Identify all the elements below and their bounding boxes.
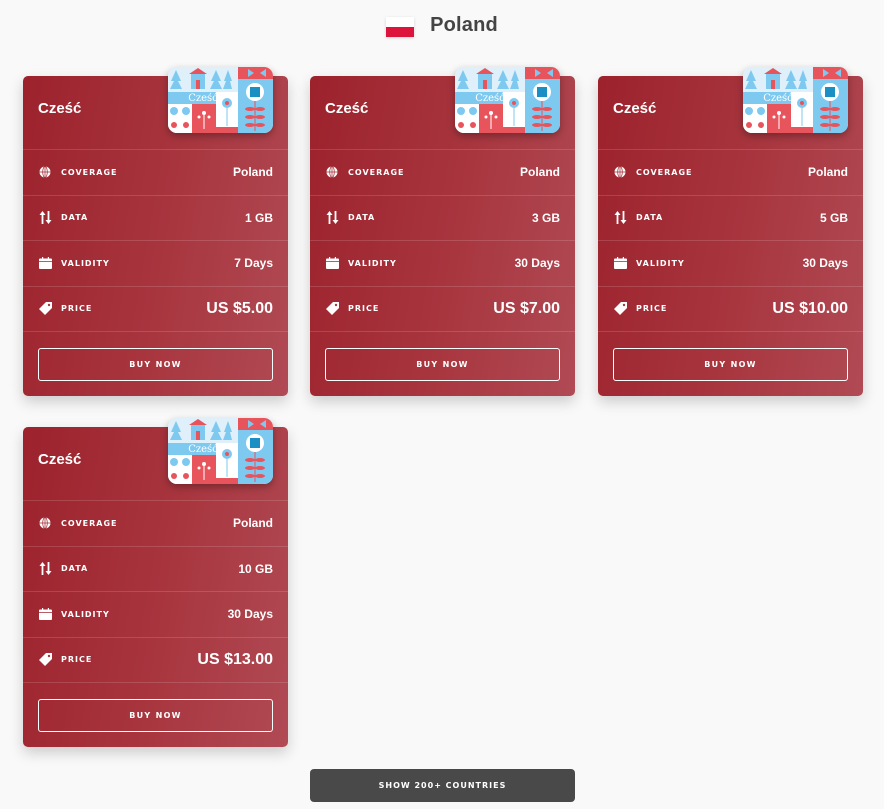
price-tag-icon xyxy=(325,302,339,316)
coverage-label: COVERAGE xyxy=(61,518,118,528)
svg-text:Cześć: Cześć xyxy=(188,93,218,104)
arrows-up-down-icon xyxy=(325,211,339,225)
price-value: US $7.00 xyxy=(493,299,560,317)
card-header: Cześć Cześć xyxy=(23,418,288,501)
data-row: DATA 10 GB xyxy=(23,547,288,592)
price-tag-icon xyxy=(38,302,52,316)
data-row: DATA 1 GB xyxy=(23,196,288,241)
price-label: PRICE xyxy=(61,655,93,665)
validity-row: VALIDITY 7 Days xyxy=(23,241,288,287)
country-title: Poland xyxy=(430,14,498,36)
globe-icon xyxy=(38,165,52,179)
coverage-row: COVERAGE Poland xyxy=(310,150,575,196)
calendar-icon xyxy=(613,256,627,270)
esim-card-image: Cześć xyxy=(455,67,560,133)
card-header: Cześć Cześć xyxy=(310,67,575,150)
buy-now-button[interactable]: BUY NOW xyxy=(613,348,848,381)
card-header: Cześć Cześć xyxy=(598,67,863,150)
svg-text:Cześć: Cześć xyxy=(188,444,218,455)
data-label: DATA xyxy=(636,213,664,223)
coverage-value: Poland xyxy=(519,165,560,180)
calendar-icon xyxy=(38,607,52,621)
price-tag-icon xyxy=(38,653,52,667)
validity-label: VALIDITY xyxy=(61,609,110,619)
data-label: DATA xyxy=(61,213,89,223)
price-row: PRICE US $5.00 xyxy=(23,287,288,332)
data-value: 1 GB xyxy=(244,210,273,225)
coverage-row: COVERAGE Poland xyxy=(23,150,288,196)
validity-row: VALIDITY 30 Days xyxy=(23,592,288,638)
arrows-up-down-icon xyxy=(38,211,52,225)
price-row: PRICE US $10.00 xyxy=(598,287,863,332)
validity-label: VALIDITY xyxy=(636,258,685,268)
esim-card-image: Cześć xyxy=(743,67,848,133)
calendar-icon xyxy=(325,256,339,270)
validity-value: 30 Days xyxy=(514,256,560,271)
data-row: DATA 3 GB xyxy=(310,196,575,241)
plan-card: Cześć Cześć xyxy=(23,418,288,747)
data-label: DATA xyxy=(348,213,376,223)
coverage-value: Poland xyxy=(232,516,273,531)
coverage-label: COVERAGE xyxy=(636,167,693,177)
price-tag-icon xyxy=(613,302,627,316)
validity-label: VALIDITY xyxy=(348,258,397,268)
price-value: US $5.00 xyxy=(206,299,273,317)
globe-icon xyxy=(38,516,52,530)
calendar-icon xyxy=(38,256,52,270)
data-value: 3 GB xyxy=(531,210,560,225)
price-label: PRICE xyxy=(61,304,93,314)
page-header: Poland xyxy=(0,14,884,37)
validity-value: 7 Days xyxy=(234,256,273,271)
arrows-up-down-icon xyxy=(38,562,52,576)
globe-icon xyxy=(325,165,339,179)
data-row: DATA 5 GB xyxy=(598,196,863,241)
esim-card-image: Cześć xyxy=(168,67,273,133)
plan-title: Cześć xyxy=(38,100,82,117)
plan-card: Cześć Cześć xyxy=(23,67,288,396)
price-label: PRICE xyxy=(348,304,380,314)
coverage-row: COVERAGE Poland xyxy=(23,501,288,547)
globe-icon xyxy=(613,165,627,179)
validity-row: VALIDITY 30 Days xyxy=(598,241,863,287)
data-value: 5 GB xyxy=(819,210,848,225)
price-label: PRICE xyxy=(636,304,668,314)
poland-flag-icon xyxy=(386,17,415,37)
validity-value: 30 Days xyxy=(227,607,273,622)
plan-title: Cześć xyxy=(38,451,82,468)
price-value: US $10.00 xyxy=(772,299,848,317)
price-row: PRICE US $7.00 xyxy=(310,287,575,332)
esim-card-image: Cześć xyxy=(168,418,273,484)
svg-text:Cześć: Cześć xyxy=(475,93,505,104)
plan-title: Cześć xyxy=(325,100,369,117)
validity-value: 30 Days xyxy=(802,256,848,271)
svg-text:Cześć: Cześć xyxy=(763,93,793,104)
plan-card: Cześć Cześć xyxy=(310,67,575,396)
coverage-label: COVERAGE xyxy=(348,167,405,177)
coverage-label: COVERAGE xyxy=(61,167,118,177)
buy-now-button[interactable]: BUY NOW xyxy=(325,348,560,381)
buy-now-button[interactable]: BUY NOW xyxy=(38,699,273,732)
validity-label: VALIDITY xyxy=(61,258,110,268)
plan-title: Cześć xyxy=(613,100,657,117)
plan-card: Cześć Cześć xyxy=(598,67,863,396)
coverage-row: COVERAGE Poland xyxy=(598,150,863,196)
price-row: PRICE US $13.00 xyxy=(23,638,288,683)
coverage-value: Poland xyxy=(807,165,848,180)
data-value: 10 GB xyxy=(238,561,273,576)
show-all-countries-button[interactable]: SHOW 200+ COUNTRIES xyxy=(310,769,575,802)
buy-now-button[interactable]: BUY NOW xyxy=(38,348,273,381)
price-value: US $13.00 xyxy=(197,650,273,668)
validity-row: VALIDITY 30 Days xyxy=(310,241,575,287)
arrows-up-down-icon xyxy=(613,211,627,225)
data-label: DATA xyxy=(61,564,89,574)
coverage-value: Poland xyxy=(232,165,273,180)
card-header: Cześć Cześć xyxy=(23,67,288,150)
